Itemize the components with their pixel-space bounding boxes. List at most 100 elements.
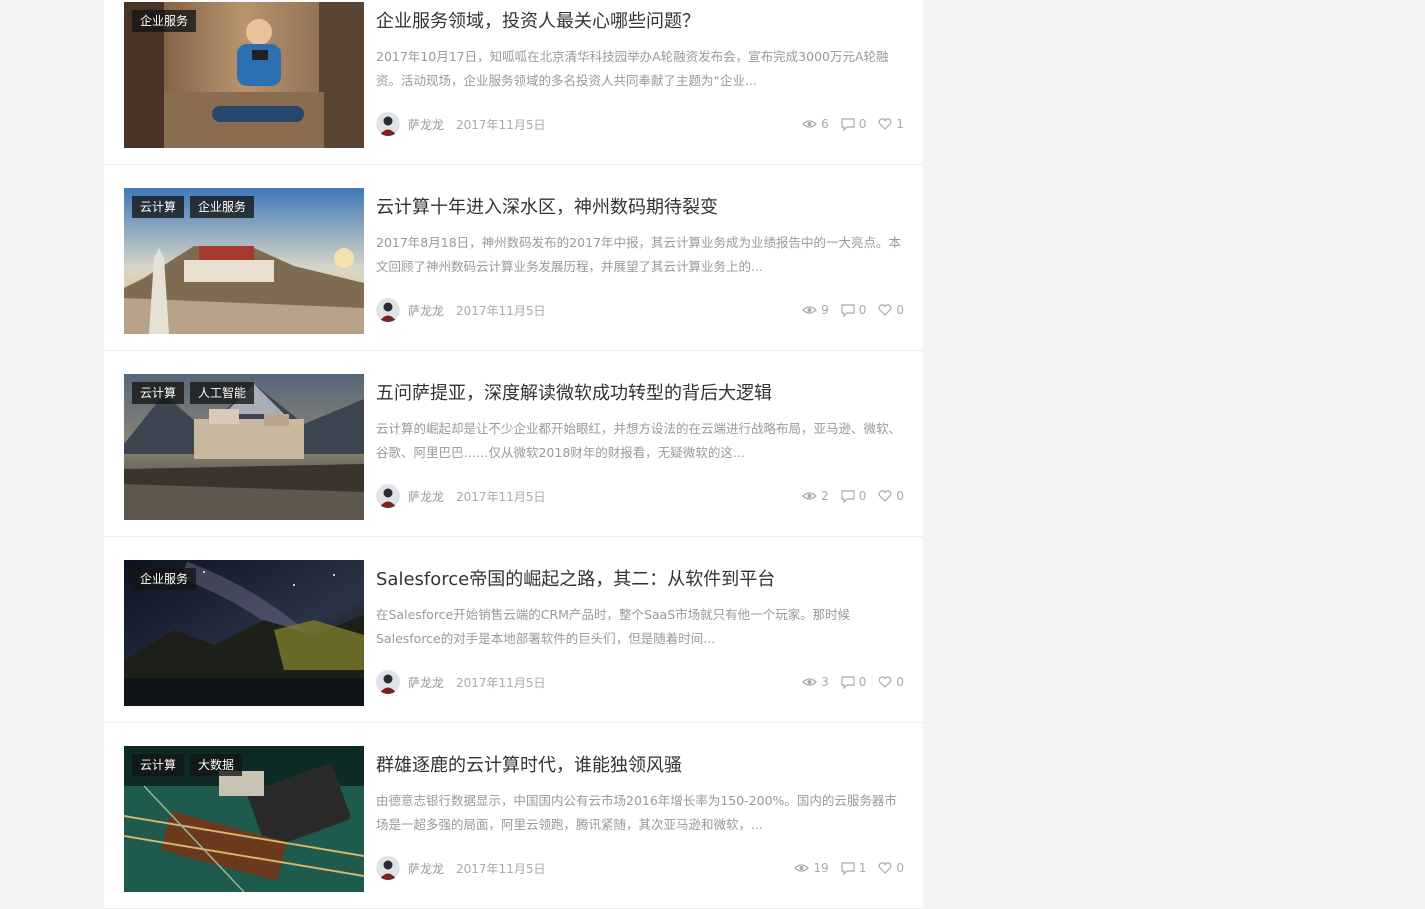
likes-count: 0 — [896, 675, 904, 689]
heart-icon — [878, 862, 892, 874]
author-name[interactable]: 萨龙龙 — [408, 674, 444, 691]
comments-stat[interactable]: 0 — [841, 675, 867, 689]
likes-count: 0 — [896, 489, 904, 503]
post-list: 企业服务 企业服务领域，投资人最关心哪些问题？ 2017年10月17日，知呱呱在… — [104, 0, 923, 909]
avatar[interactable] — [376, 112, 400, 136]
likes-count: 1 — [896, 117, 904, 131]
views-count: 3 — [821, 675, 829, 689]
post-title[interactable]: 群雄逐鹿的云计算时代，谁能独领风骚 — [376, 751, 906, 777]
post-thumbnail[interactable]: 云计算 大数据 — [124, 746, 364, 892]
author-name[interactable]: 萨龙龙 — [408, 116, 444, 133]
tag-list: 企业服务 — [132, 568, 197, 590]
tag-list: 云计算 企业服务 — [132, 196, 255, 218]
eye-icon — [802, 119, 817, 129]
post-meta: 萨龙龙 2017年11月5日 3 0 0 — [376, 670, 904, 694]
post-date: 2017年11月5日 — [456, 117, 546, 132]
tag[interactable]: 云计算 — [132, 382, 185, 404]
post-excerpt: 2017年8月18日，神州数码发布的2017年中报，其云计算业务成为业绩报告中的… — [376, 235, 901, 274]
tag[interactable]: 人工智能 — [190, 382, 255, 404]
tag[interactable]: 企业服务 — [190, 196, 255, 218]
tag-list: 云计算 大数据 — [132, 754, 243, 776]
avatar[interactable] — [376, 670, 400, 694]
author-name[interactable]: 萨龙龙 — [408, 302, 444, 319]
comments-stat[interactable]: 1 — [841, 861, 867, 875]
tag[interactable]: 大数据 — [190, 754, 243, 776]
post-thumbnail[interactable]: 企业服务 — [124, 2, 364, 148]
comments-stat[interactable]: 0 — [841, 117, 867, 131]
post-date: 2017年11月5日 — [456, 303, 546, 318]
views-count: 6 — [821, 117, 829, 131]
comments-count: 0 — [858, 675, 867, 689]
comments-count: 1 — [858, 861, 867, 875]
post-date: 2017年11月5日 — [456, 675, 546, 690]
post-excerpt: 在Salesforce开始销售云端的CRM产品时，整个SaaS市场就只有他一个玩… — [376, 607, 851, 646]
post-thumbnail[interactable]: 企业服务 — [124, 560, 364, 706]
views-stat: 2 — [802, 489, 829, 503]
comments-count: 0 — [858, 489, 867, 503]
comments-stat[interactable]: 0 — [841, 489, 867, 503]
views-count: 9 — [821, 303, 829, 317]
eye-icon — [802, 305, 817, 315]
views-count: 19 — [813, 861, 829, 875]
comment-icon — [841, 675, 855, 689]
eye-icon — [802, 677, 817, 687]
views-stat: 9 — [802, 303, 829, 317]
post-thumbnail[interactable]: 云计算 企业服务 — [124, 188, 364, 334]
post-title[interactable]: 企业服务领域，投资人最关心哪些问题？ — [376, 7, 906, 33]
views-stat: 19 — [794, 861, 829, 875]
post-meta: 萨龙龙 2017年11月5日 6 0 1 — [376, 112, 904, 136]
comment-icon — [841, 117, 855, 131]
post-stats: 6 0 1 — [802, 112, 904, 136]
author-name[interactable]: 萨龙龙 — [408, 860, 444, 877]
likes-stat[interactable]: 0 — [878, 861, 904, 875]
post-excerpt: 由德意志银行数据显示，中国国内公有云市场2016年增长率为150-200%。国内… — [376, 793, 897, 832]
views-count: 2 — [821, 489, 829, 503]
tag-list: 企业服务 — [132, 10, 197, 32]
post-stats: 9 0 0 — [802, 298, 904, 322]
views-stat: 6 — [802, 117, 829, 131]
post-item: 云计算 人工智能 五问萨提亚，深度解读微软成功转型的背后大逻辑 云计算的崛起却是… — [104, 351, 923, 537]
post-excerpt: 2017年10月17日，知呱呱在北京清华科技园举办A轮融资发布会，宣布完成300… — [376, 49, 889, 88]
post-title[interactable]: 云计算十年进入深水区，神州数码期待裂变 — [376, 193, 906, 219]
post-meta: 萨龙龙 2017年11月5日 9 0 0 — [376, 298, 904, 322]
comment-icon — [841, 489, 855, 503]
heart-icon — [878, 304, 892, 316]
post-excerpt: 云计算的崛起却是让不少企业都开始眼红，并想方设法的在云端进行战略布局，亚马逊、微… — [376, 421, 902, 460]
likes-stat[interactable]: 0 — [878, 303, 904, 317]
eye-icon — [802, 491, 817, 501]
author-name[interactable]: 萨龙龙 — [408, 488, 444, 505]
likes-stat[interactable]: 0 — [878, 489, 904, 503]
avatar[interactable] — [376, 856, 400, 880]
post-title[interactable]: 五问萨提亚，深度解读微软成功转型的背后大逻辑 — [376, 379, 906, 405]
post-stats: 19 1 0 — [794, 856, 904, 880]
tag[interactable]: 云计算 — [132, 196, 185, 218]
tag-list: 云计算 人工智能 — [132, 382, 255, 404]
comment-icon — [841, 861, 855, 875]
comment-icon — [841, 303, 855, 317]
post-item: 企业服务 Salesforce帝国的崛起之路，其二：从软件到平台 在Salesf… — [104, 537, 923, 723]
heart-icon — [878, 118, 892, 130]
post-date: 2017年11月5日 — [456, 489, 546, 504]
comments-stat[interactable]: 0 — [841, 303, 867, 317]
post-meta: 萨龙龙 2017年11月5日 19 1 0 — [376, 856, 904, 880]
post-stats: 3 0 0 — [802, 670, 904, 694]
likes-stat[interactable]: 0 — [878, 675, 904, 689]
likes-count: 0 — [896, 303, 904, 317]
tag[interactable]: 企业服务 — [132, 568, 197, 590]
comments-count: 0 — [858, 117, 867, 131]
post-title[interactable]: Salesforce帝国的崛起之路，其二：从软件到平台 — [376, 565, 906, 591]
views-stat: 3 — [802, 675, 829, 689]
likes-count: 0 — [896, 861, 904, 875]
tag[interactable]: 云计算 — [132, 754, 185, 776]
eye-icon — [794, 863, 810, 873]
comments-count: 0 — [858, 303, 867, 317]
post-meta: 萨龙龙 2017年11月5日 2 0 0 — [376, 484, 904, 508]
post-item: 企业服务 企业服务领域，投资人最关心哪些问题？ 2017年10月17日，知呱呱在… — [104, 0, 923, 165]
tag[interactable]: 企业服务 — [132, 10, 197, 32]
heart-icon — [878, 490, 892, 502]
post-thumbnail[interactable]: 云计算 人工智能 — [124, 374, 364, 520]
post-item: 云计算 大数据 群雄逐鹿的云计算时代，谁能独领风骚 由德意志银行数据显示，中国国… — [104, 723, 923, 909]
avatar[interactable] — [376, 484, 400, 508]
avatar[interactable] — [376, 298, 400, 322]
likes-stat[interactable]: 1 — [878, 117, 904, 131]
